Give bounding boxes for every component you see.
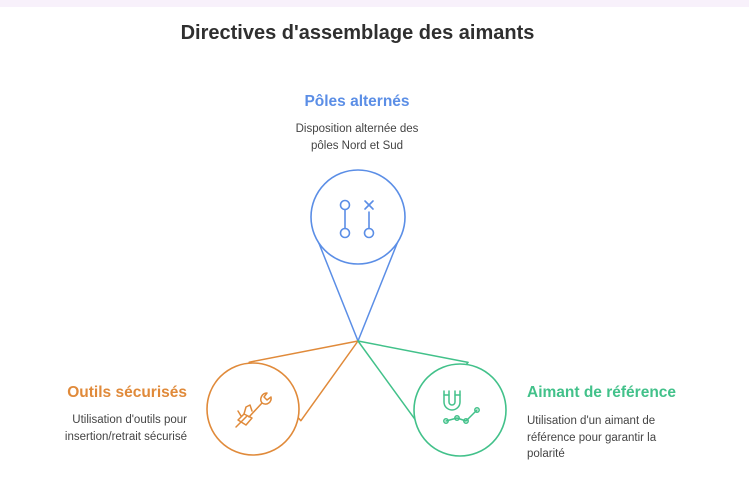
right-node-description: Utilisation d'un aimant de référence pou… [527, 413, 737, 463]
top-node-circle [310, 169, 406, 265]
top-node-heading: Pôles alternés [304, 93, 410, 110]
left-desc-line-2: insertion/retrait sécurisé [64, 430, 187, 443]
right-desc-line-2: référence pour garantir la [527, 431, 657, 444]
left-node-circle [206, 362, 300, 456]
left-branch [206, 340, 359, 456]
left-node-description: Utilisation d'outils pour insertion/retr… [0, 412, 187, 445]
right-node-heading: Aimant de référence [527, 384, 677, 401]
top-desc-line-2: pôles Nord et Sud [310, 139, 404, 152]
right-desc-line-1: Utilisation d'un aimant de [527, 415, 656, 427]
right-branch [357, 340, 507, 457]
top-branch [310, 169, 406, 342]
right-node-circle [413, 363, 507, 457]
left-node-heading: Outils sécurisés [67, 384, 187, 401]
left-desc-line-1: Utilisation d'outils pour [72, 414, 187, 426]
top-desc-line-1: Disposition alternée des [295, 123, 419, 135]
top-node-description: Disposition alternée des pôles Nord et S… [257, 121, 457, 154]
right-desc-line-3: polarité [527, 448, 565, 460]
